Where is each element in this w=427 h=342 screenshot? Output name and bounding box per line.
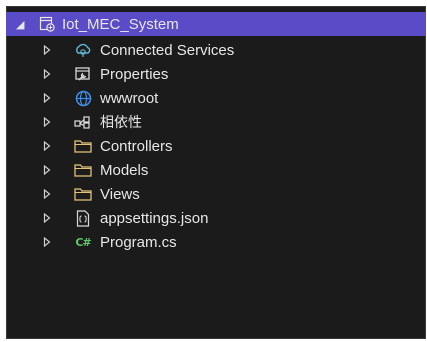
- tree-item-label: Connected Services: [100, 41, 235, 59]
- properties-wrench-icon: [74, 65, 92, 83]
- tree-item-wwwroot[interactable]: wwwroot: [6, 86, 426, 110]
- collapsed-arrow-icon[interactable]: [42, 165, 52, 175]
- globe-icon: [74, 89, 92, 107]
- project-icon: [38, 15, 56, 33]
- project-children: Connected Services Properties wwwroot 相依…: [6, 38, 426, 254]
- collapsed-arrow-icon[interactable]: [42, 237, 52, 247]
- collapsed-arrow-icon[interactable]: [42, 69, 52, 79]
- collapsed-arrow-icon[interactable]: [42, 213, 52, 223]
- tree-item-appsettings-json[interactable]: appsettings.json: [6, 206, 426, 230]
- tree-item-models[interactable]: Models: [6, 158, 426, 182]
- tree-item-label: Models: [100, 161, 149, 179]
- tree-item-label: Controllers: [100, 137, 173, 155]
- tree-item-label: Program.cs: [100, 233, 177, 251]
- collapsed-arrow-icon[interactable]: [42, 189, 52, 199]
- tree-item-dependencies[interactable]: 相依性: [6, 110, 426, 134]
- project-node-iot-mec-system[interactable]: ◢ Iot_MEC_System: [6, 12, 426, 36]
- tree-item-label: appsettings.json: [100, 209, 209, 227]
- tree-item-label: 相依性: [100, 115, 142, 131]
- collapsed-arrow-icon[interactable]: [42, 93, 52, 103]
- tree-item-properties[interactable]: Properties: [6, 62, 426, 86]
- connected-services-icon: [74, 41, 92, 59]
- folder-icon: [74, 137, 92, 155]
- tree-item-label: Views: [100, 185, 140, 203]
- dependencies-icon: [74, 113, 92, 131]
- collapsed-arrow-icon[interactable]: [42, 117, 52, 127]
- project-name: Iot_MEC_System: [62, 15, 179, 33]
- collapsed-arrow-icon[interactable]: [42, 45, 52, 55]
- expanded-arrow-icon[interactable]: ◢: [16, 19, 26, 30]
- tree-item-label: wwwroot: [100, 89, 159, 107]
- csharp-file-icon: C#: [75, 235, 91, 249]
- tree-item-program-cs[interactable]: C# Program.cs: [6, 230, 426, 254]
- tree-item-controllers[interactable]: Controllers: [6, 134, 426, 158]
- json-file-icon: [74, 209, 92, 227]
- tree-item-label: Properties: [100, 65, 169, 83]
- tree-item-views[interactable]: Views: [6, 182, 426, 206]
- tree-item-connected-services[interactable]: Connected Services: [6, 38, 426, 62]
- folder-icon: [74, 161, 92, 179]
- collapsed-arrow-icon[interactable]: [42, 141, 52, 151]
- folder-icon: [74, 185, 92, 203]
- solution-explorer: ◢ Iot_MEC_System Connected Services Prop…: [6, 6, 426, 339]
